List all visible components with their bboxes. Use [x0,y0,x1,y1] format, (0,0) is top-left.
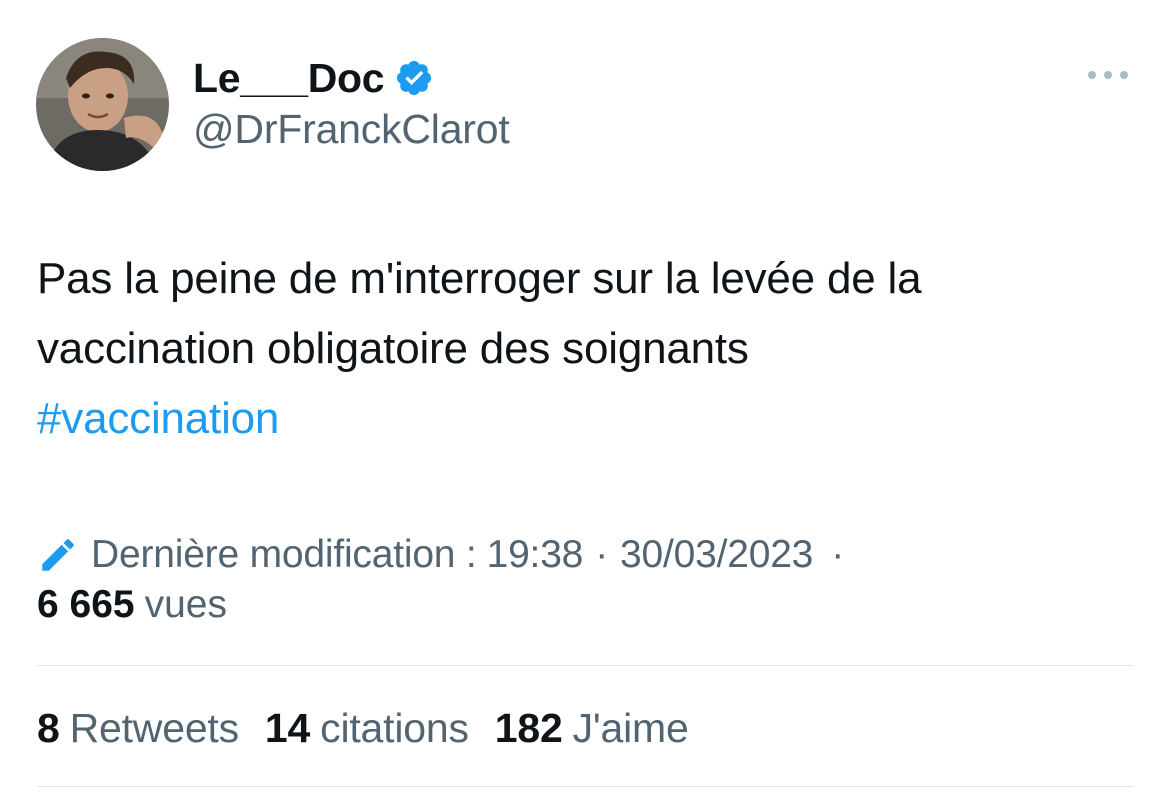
verified-badge-icon [394,58,434,98]
avatar-image [36,38,169,171]
avatar[interactable] [36,38,169,171]
tweet-meta: Dernière modification : 19:38 · 30/03/20… [37,530,856,580]
likes-stat[interactable]: 182 J'aime [495,705,689,752]
pencil-icon[interactable] [37,534,79,576]
tweet-time[interactable]: 19:38 [487,533,584,577]
likes-label: J'aime [572,704,689,751]
retweets-label: Retweets [69,704,240,751]
quotes-count: 14 [264,704,311,751]
author-handle[interactable]: @DrFranckClarot [193,106,510,153]
views-count: 6 665 vues [37,580,227,630]
more-options-icon [1088,71,1128,79]
divider [37,665,1134,666]
quotes-stat[interactable]: 14 citations [265,705,469,752]
views-number: 6 665 [37,583,135,626]
quotes-label: citations [320,704,469,751]
meta-separator: · [831,533,844,576]
hashtag-link[interactable]: #vaccination [37,384,1137,454]
retweets-stat[interactable]: 8 Retweets [37,705,239,752]
author-display-name[interactable]: Le___Doc [193,55,385,102]
meta-separator: · [595,533,608,576]
retweets-count: 8 [37,704,60,751]
tweet-text-line: Pas la peine de m'interroger sur la levé… [37,254,922,303]
tweet-text-line: vaccination obligatoire des soignants [37,324,749,373]
divider [37,786,1134,787]
author-name-row[interactable]: Le___Doc [193,52,434,104]
tweet-date[interactable]: 30/03/2023 [620,533,813,577]
engagement-stats: 8 Retweets 14 citations 182 J'aime [37,700,715,756]
likes-count: 182 [494,704,563,751]
views-label: vues [144,583,227,626]
tweet-text: Pas la peine de m'interroger sur la levé… [37,244,1137,454]
more-options-button[interactable] [1082,60,1134,90]
edited-label[interactable]: Dernière modification : [91,533,477,577]
